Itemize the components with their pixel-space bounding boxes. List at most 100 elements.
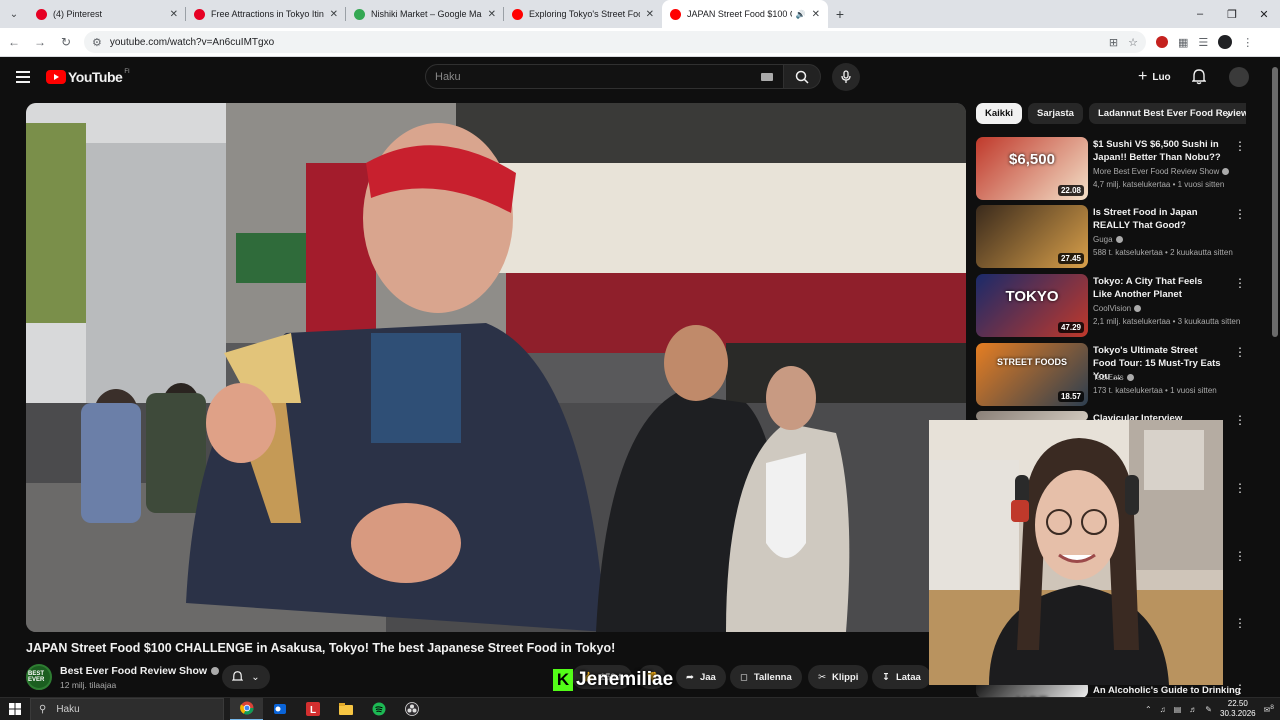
more-actions-icon[interactable]: ⋮ xyxy=(1234,207,1246,221)
search-icon xyxy=(795,70,809,84)
tab-audio-icon[interactable]: 🔊 xyxy=(796,10,806,19)
recommendation-title[interactable]: Tokyo: A City That Feels Like Another Pl… xyxy=(1093,275,1223,301)
spotify-taskbar-icon[interactable] xyxy=(362,698,395,720)
account-avatar[interactable] xyxy=(1229,67,1249,87)
chrome-taskbar-icon[interactable] xyxy=(230,697,263,720)
reload-icon[interactable]: ↻ xyxy=(54,30,78,54)
recommendation-thumbnail[interactable]: TOKYO 47.29 xyxy=(976,274,1088,337)
recommendation-thumbnail[interactable]: 27.45 xyxy=(976,205,1088,268)
microphone-tray-icon[interactable]: ♫ xyxy=(1160,705,1166,714)
volume-icon[interactable]: ♬ xyxy=(1189,705,1197,714)
browser-tab[interactable]: (4) Pinterest ✕ xyxy=(28,0,186,28)
recommendation-item[interactable]: TOKYO 47.29 Tokyo: A City That Feels Like … xyxy=(976,274,1246,337)
l-app-taskbar-icon[interactable]: L xyxy=(296,698,329,720)
channel-avatar[interactable]: BEST EVER xyxy=(26,664,52,690)
recommendation-channel[interactable]: More Best Ever Food Review Show xyxy=(1093,167,1219,176)
recommendation-thumbnail[interactable]: STREET FOODS 18.57 xyxy=(976,343,1088,406)
more-actions-icon[interactable]: ⋮ xyxy=(1234,139,1246,153)
system-clock[interactable]: 22.50 30.3.2026 xyxy=(1220,699,1256,719)
tab-close-icon[interactable]: ✕ xyxy=(330,9,338,20)
notifications-bell-icon[interactable] xyxy=(1192,69,1206,85)
show-hidden-icons-icon[interactable]: ⌃ xyxy=(1145,705,1152,714)
youtube-logo[interactable]: YouTube FI xyxy=(46,69,130,85)
network-icon[interactable]: ▤ xyxy=(1174,705,1182,714)
install-app-icon[interactable]: ⊞ xyxy=(1109,36,1118,49)
recommendation-title[interactable]: $1 Sushi VS $6,500 Sushi in Japan!! Bett… xyxy=(1093,138,1223,164)
back-icon[interactable]: ← xyxy=(2,30,26,54)
browser-tab-strip: ⌄ (4) Pinterest ✕ Free Attractions in Toky… xyxy=(0,0,1280,28)
more-actions-icon[interactable]: ⋮ xyxy=(1234,413,1246,427)
subscription-bell-button[interactable]: ⌄ xyxy=(222,665,270,689)
chrome-menu-icon[interactable]: ⋮ xyxy=(1242,36,1253,49)
reading-list-icon[interactable]: ☰ xyxy=(1198,36,1208,49)
more-actions-icon[interactable]: ⋮ xyxy=(1234,682,1246,696)
restore-icon[interactable]: ❐ xyxy=(1216,0,1248,28)
minimize-icon[interactable]: – xyxy=(1184,0,1216,28)
more-actions-icon[interactable]: ⋮ xyxy=(1234,549,1246,563)
create-button[interactable]: + Luo xyxy=(1130,65,1179,89)
recommendation-item[interactable]: $6,500 22.08 $1 Sushi VS $6,500 Sushi in J… xyxy=(976,137,1246,200)
windows-taskbar: ⚲ Haku L ⌃ ♫ ▤ ♬ ✎ 22.50 30.3.2026 ✉8 xyxy=(0,697,1280,720)
download-button[interactable]: ↧ Lataa xyxy=(872,665,931,689)
chips-next-chevron-icon[interactable]: › xyxy=(1218,106,1238,126)
more-actions-icon[interactable]: ⋮ xyxy=(1234,481,1246,495)
windows-start-icon[interactable] xyxy=(0,703,30,715)
recommendation-channel[interactable]: CoolVision xyxy=(1093,304,1131,313)
tab-close-icon[interactable]: ✕ xyxy=(488,9,496,20)
browser-tab[interactable]: Nishiki Market – Google Maps ✕ xyxy=(346,0,504,28)
notifications-icon[interactable]: ✉8 xyxy=(1264,704,1274,715)
tab-favicon-icon xyxy=(194,8,205,20)
browser-tab[interactable]: Free Attractions in Tokyo Itinerary ✕ xyxy=(186,0,346,28)
recommendation-title[interactable]: Is Street Food in Japan REALLY That Good… xyxy=(1093,206,1223,232)
outlook-taskbar-icon[interactable] xyxy=(263,698,296,720)
pen-icon[interactable]: ✎ xyxy=(1205,705,1212,714)
tab-close-icon[interactable]: ✕ xyxy=(646,9,654,20)
url-text: youtube.com/watch?v=An6cuIMTgxo xyxy=(109,36,275,48)
keyboard-icon[interactable] xyxy=(761,72,773,81)
recommendation-item[interactable]: 27.45 Is Street Food in Japan REALLY That… xyxy=(976,205,1246,268)
recommendation-channel[interactable]: Guga xyxy=(1093,235,1113,244)
save-button[interactable]: ◻ Tallenna xyxy=(730,665,802,689)
more-actions-icon[interactable]: ⋮ xyxy=(1234,276,1246,290)
voice-search-button[interactable] xyxy=(832,63,860,91)
verified-badge-icon xyxy=(1115,236,1123,244)
site-info-icon[interactable]: ⚙ xyxy=(92,36,102,49)
video-title: JAPAN Street Food $100 CHALLENGE in Asak… xyxy=(26,641,616,655)
more-actions-icon[interactable]: ⋮ xyxy=(1234,616,1246,630)
scrollbar-thumb[interactable] xyxy=(1272,67,1278,337)
taskbar-search-input[interactable]: ⚲ Haku xyxy=(30,697,224,720)
tab-favicon-icon xyxy=(512,8,523,20)
address-bar[interactable]: ⚙ youtube.com/watch?v=An6cuIMTgxo ⊞ ☆ xyxy=(84,31,1146,53)
recommendation-thumbnail[interactable]: $6,500 22.08 xyxy=(976,137,1088,200)
guide-menu-icon[interactable] xyxy=(16,71,40,83)
search-button[interactable] xyxy=(783,64,821,89)
tab-close-icon[interactable]: ✕ xyxy=(170,9,178,20)
browser-tab[interactable]: Exploring Tokyo's Street Food W ✕ xyxy=(504,0,662,28)
tab-search-chevron-icon[interactable]: ⌄ xyxy=(0,0,28,28)
filter-chip[interactable]: Sarjasta xyxy=(1028,103,1083,124)
more-actions-icon[interactable]: ⋮ xyxy=(1234,345,1246,359)
tab-close-icon[interactable]: ✕ xyxy=(812,9,820,20)
clip-label: Klippi xyxy=(831,671,859,683)
new-tab-button[interactable]: + xyxy=(828,0,852,28)
recommendation-channel[interactable]: TabiEats xyxy=(1093,373,1124,382)
video-player[interactable] xyxy=(26,103,966,632)
search-input[interactable]: Haku xyxy=(425,64,784,89)
clip-button[interactable]: ✂ Klippi xyxy=(808,665,869,689)
file-explorer-taskbar-icon[interactable] xyxy=(329,698,362,720)
profile-avatar[interactable] xyxy=(1218,35,1233,49)
obs-taskbar-icon[interactable] xyxy=(395,698,428,720)
recommendation-meta: 173 t. katselukertaa • 1 vuosi sitten xyxy=(1093,386,1217,395)
recommendation-item[interactable]: STREET FOODS 18.57 Tokyo's Ultimate Street… xyxy=(976,343,1246,406)
browser-tab[interactable]: JAPAN Street Food $100 CH 🔊 ✕ xyxy=(662,0,828,28)
share-button[interactable]: ➦ Jaa xyxy=(676,665,726,689)
filter-chip[interactable]: Kaikki xyxy=(976,103,1022,124)
page-scrollbar[interactable] xyxy=(1270,57,1280,697)
channel-name[interactable]: Best Ever Food Review Show xyxy=(60,665,207,677)
extensions-puzzle-icon[interactable]: ▦ xyxy=(1178,36,1188,49)
close-window-icon[interactable]: ✕ xyxy=(1248,0,1280,28)
forward-icon[interactable]: → xyxy=(28,30,52,54)
extension-icon[interactable] xyxy=(1156,36,1168,48)
bookmark-star-icon[interactable]: ☆ xyxy=(1128,36,1138,49)
recommendation-title[interactable]: An Alcoholic's Guide to Drinking xyxy=(1093,684,1243,697)
